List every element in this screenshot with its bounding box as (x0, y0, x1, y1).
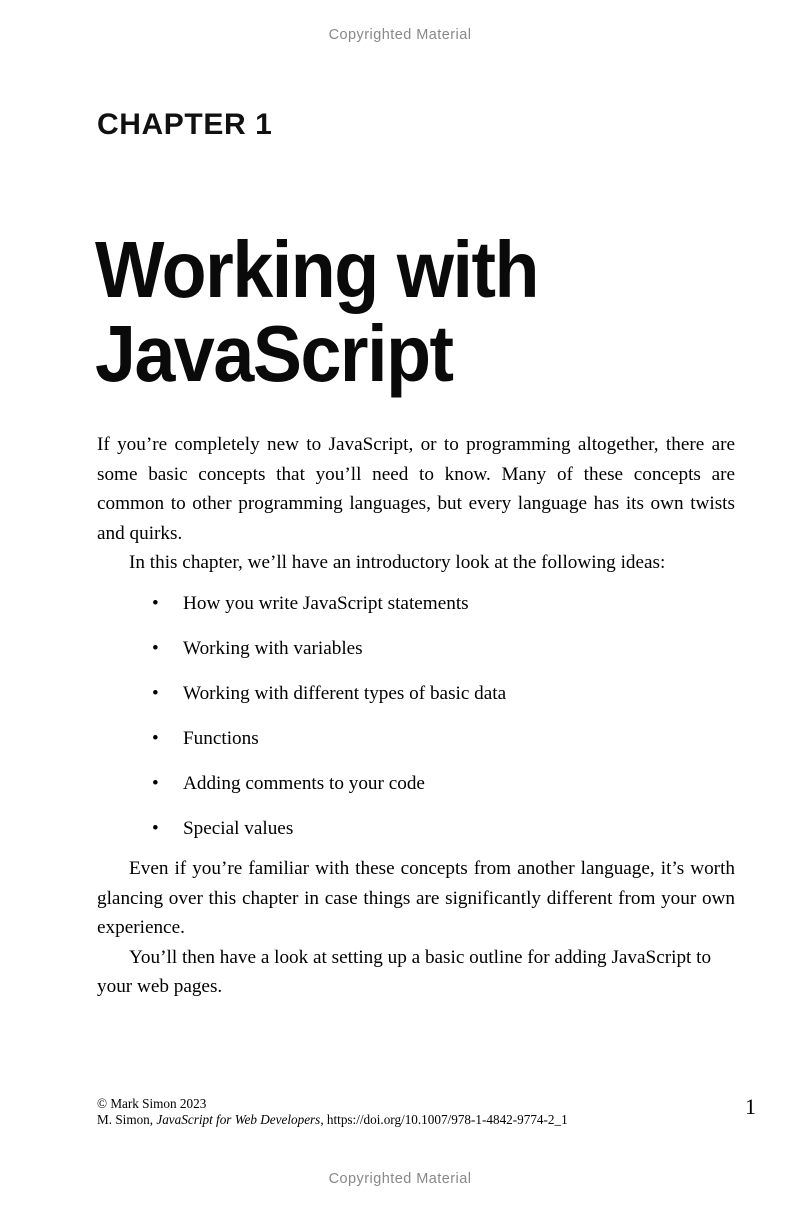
list-item-label: Working with different types of basic da… (183, 682, 507, 704)
citation-author: M. Simon, (97, 1112, 157, 1128)
list-item: • Functions (97, 727, 735, 751)
body-paragraph-3: Even if you’re familiar with these conce… (97, 857, 735, 939)
copyrighted-material-watermark-top: Copyrighted Material (328, 27, 472, 43)
list-item: • Adding comments to your code (97, 772, 735, 796)
bullet-point-icon: • (152, 772, 159, 794)
bullet-point-icon: • (152, 682, 159, 704)
chapter-title-line-1: Working with (95, 225, 539, 314)
bullet-point-icon: • (152, 592, 159, 614)
body-paragraph-4: You’ll then have a look at setting up a … (97, 946, 712, 998)
copyrighted-material-watermark-bottom: Copyrighted Material (328, 1171, 472, 1187)
citation-book-title: JavaScript for Web Developers (156, 1112, 321, 1128)
book-page: Copyrighted Material CHAPTER 1 Working w… (0, 0, 800, 1214)
chapter-body: If you’re completely new to JavaScript, … (97, 430, 735, 1002)
list-item-label: How you write JavaScript statements (183, 592, 469, 614)
bullet-point-icon: • (152, 637, 159, 659)
body-paragraph-1: If you’re completely new to JavaScript, … (97, 434, 735, 544)
page-number: 1 (745, 1094, 756, 1119)
bullet-point-icon: • (152, 727, 159, 749)
list-item: • Special values (97, 817, 735, 841)
list-item-label: Functions (183, 727, 259, 749)
body-paragraph-2: In this chapter, we’ll have an introduct… (129, 552, 666, 574)
chapter-label: CHAPTER 1 (97, 108, 273, 141)
list-item: • Working with different types of basic … (97, 682, 735, 706)
page-footer: © Mark Simon 2023 M. Simon, JavaScript f… (97, 1096, 697, 1129)
chapter-topics-list: • How you write JavaScript statements • … (97, 592, 735, 841)
bullet-point-icon: • (152, 817, 159, 839)
footer-copyright: © Mark Simon 2023 (97, 1096, 207, 1111)
footer-citation: M. Simon, JavaScript for Web Developers,… (97, 1112, 697, 1128)
list-item: • Working with variables (97, 637, 735, 661)
list-item: • How you write JavaScript statements (97, 592, 735, 616)
chapter-title-line-2: JavaScript (95, 309, 454, 398)
chapter-title: Working with JavaScript (95, 228, 665, 396)
list-item-label: Special values (183, 817, 294, 839)
list-item-label: Adding comments to your code (183, 772, 425, 794)
list-item-label: Working with variables (183, 637, 363, 659)
citation-doi: , https://doi.org/10.1007/978-1-4842-977… (320, 1112, 568, 1128)
